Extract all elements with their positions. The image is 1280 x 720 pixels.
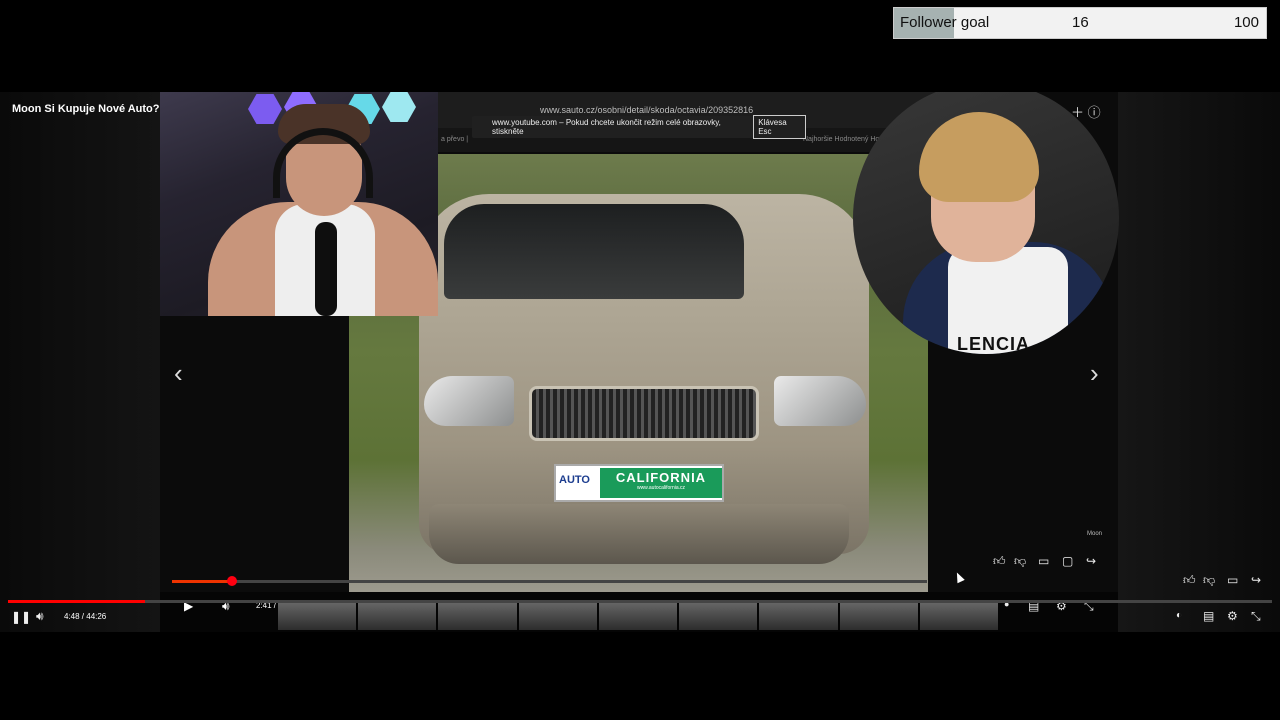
pause-icon[interactable]: ❚❚ [11,611,31,623]
stream-video[interactable]: Moon Si Kupuje Nové Auto?! www.sauto.cz/… [0,92,1280,632]
thumbnail[interactable] [839,600,918,630]
comments-icon[interactable]: ▭ [1038,555,1049,567]
background-right [1118,92,1280,632]
webcam-right: LENCIA [853,92,1119,354]
inner-progress-played [172,580,233,583]
outer-autoplay-icon[interactable]: ◐ [1176,611,1182,621]
previous-photo-arrow-icon[interactable]: ‹ [174,360,183,386]
outer-comments-icon[interactable]: ▭ [1227,574,1238,586]
car-windshield [444,204,744,299]
outer-progress-bar[interactable] [8,600,1272,603]
tab-right-text[interactable]: Najhoršie Hodnotený Ho [803,136,879,143]
car-bumper [429,504,849,564]
volume-icon[interactable]: 🔊︎ [36,610,44,622]
outer-exit-fullscreen-icon[interactable]: ⤡ [1251,610,1261,622]
tab-left-text[interactable]: a převo | [441,136,468,143]
second-person-hair [919,112,1039,202]
webcam-left [160,92,438,316]
thumbnail[interactable] [598,600,678,630]
outer-dislike-icon[interactable]: 👎︎ [1203,574,1215,586]
chat-icon[interactable]: ▢ [1062,555,1073,567]
outer-like-icon[interactable]: 👍︎ [1183,574,1196,586]
thumbnail[interactable] [438,600,517,630]
inner-progress-bar[interactable] [172,576,927,586]
webcam-watermark: Moon [1087,531,1103,537]
esc-key-hint: Klávesa Esc [753,115,806,139]
dealer-plate: AUTO CALIFORNIA www.autocalifornia.cz [554,464,724,502]
shirt-text: LENCIA [957,334,1030,354]
plate-left-text: AUTO [559,474,590,486]
outer-progress-played [8,600,145,603]
follower-goal-target: 100 [1233,14,1259,31]
fullscreen-notice-text: www.youtube.com – Pokud chcete ukončit r… [492,118,721,136]
photo-thumbnail-strip[interactable] [278,600,998,630]
headlight-left [424,376,514,426]
follower-goal-label: Follower goal [900,14,990,31]
like-icon[interactable]: 👍︎ [993,555,1006,567]
background-left [0,92,160,632]
outer-subtitles-icon[interactable]: ▤ [1203,610,1214,622]
thumbnail[interactable] [278,600,357,630]
plate-sub-text: www.autocalifornia.cz [636,485,686,491]
share-icon[interactable]: ↪ [1086,555,1096,567]
microphone [315,222,337,316]
follower-goal-widget: Follower goal 16 100 [893,7,1267,39]
next-photo-arrow-icon[interactable]: › [1090,360,1099,386]
plate-main-text: CALIFORNIA [615,470,707,485]
url-text[interactable]: www.sauto.cz/osobni/detail/skoda/octavia… [540,105,753,115]
plate-main: CALIFORNIA www.autocalifornia.cz [600,468,722,498]
video-title: Moon Si Kupuje Nové Auto?! [12,103,164,115]
outer-share-icon[interactable]: ↪ [1251,574,1261,586]
follower-goal-current: 16 [1072,14,1089,31]
outer-gear-icon[interactable]: ⚙ [1227,610,1238,622]
thumbnail[interactable] [759,600,838,630]
fullscreen-notice: www.youtube.com – Pokud chcete ukončit r… [472,115,806,139]
thumbnail[interactable] [518,600,597,630]
headlight-right [774,376,866,426]
thumbnail[interactable] [358,600,437,630]
dislike-icon[interactable]: 👎︎ [1014,555,1026,567]
car-grille [529,386,759,441]
thumbnail[interactable] [679,600,758,630]
thumbnail[interactable] [919,600,998,630]
outer-time-display: 4:48 / 44:26 [64,612,107,621]
